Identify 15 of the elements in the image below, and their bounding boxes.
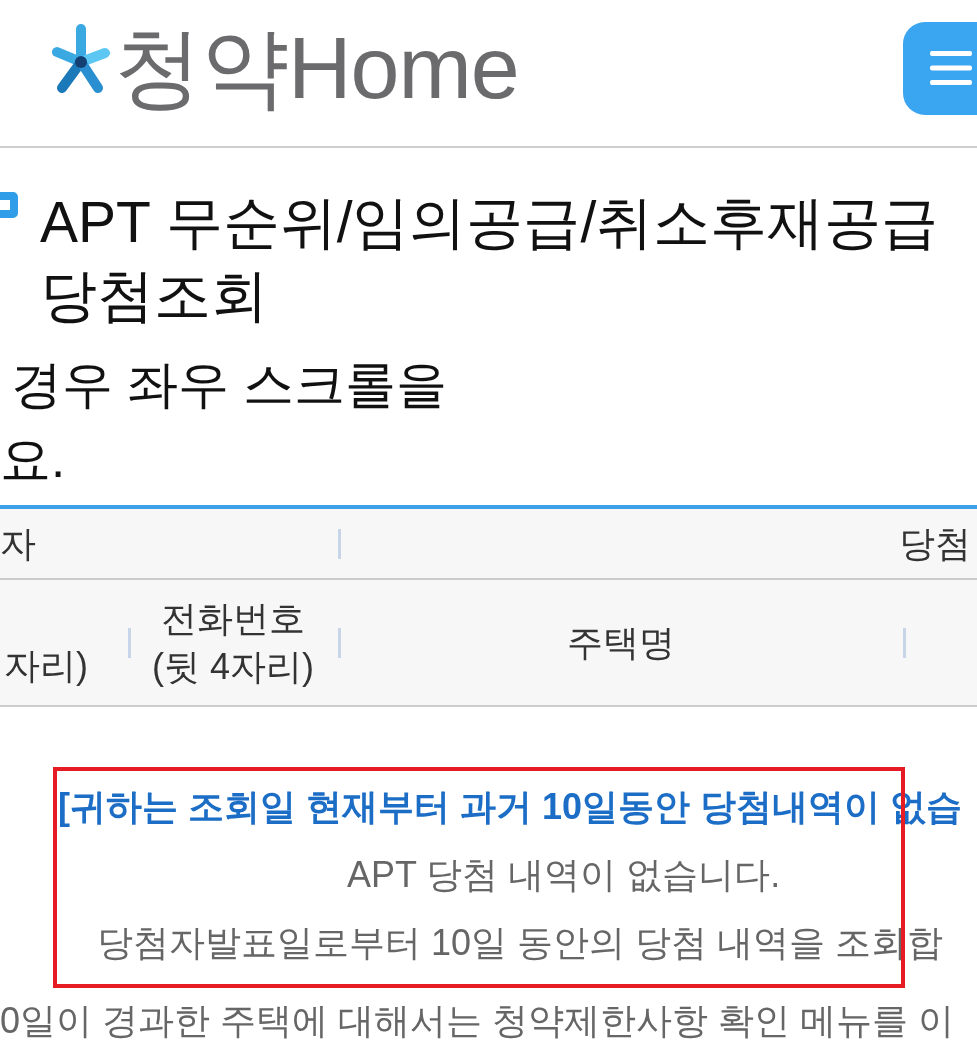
column-header: 주택명 (566, 620, 675, 665)
footnote-text: 0일이 경과한 주택에 대해서는 청약제한사항 확인 메뉴를 이 (0, 999, 955, 1043)
page-title: APT 무순위/임의공급/취소후재공급 당첨조회 (40, 189, 940, 329)
menu-icon (930, 51, 972, 85)
menu-button[interactable] (903, 21, 977, 115)
logo-star-icon (52, 24, 110, 94)
result-text: APT 당첨 내역이 없습니다. (346, 853, 781, 897)
column-header: 자 (0, 521, 36, 566)
home-logo[interactable]: 청약Home (52, 24, 519, 112)
notice-text: 요. (0, 430, 66, 490)
column-header: 당첨 (899, 521, 971, 566)
column-header: 전화번호 (뒷 4자리) (151, 596, 315, 689)
notice-text: 경우 좌우 스크롤을 (10, 355, 448, 415)
title-bullet-icon (0, 192, 18, 218)
column-header: 자리) (4, 643, 88, 688)
